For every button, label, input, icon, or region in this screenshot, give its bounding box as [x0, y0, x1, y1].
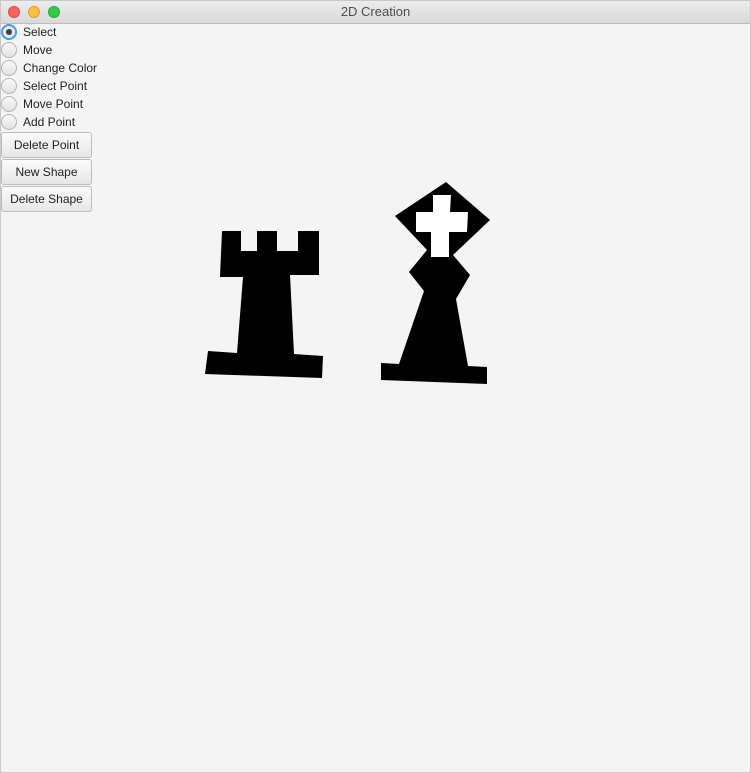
new-shape-button[interactable]: New Shape: [1, 159, 92, 185]
radio-move[interactable]: [1, 42, 17, 58]
radio-label-select: Select: [23, 25, 57, 39]
radio-label-select-point: Select Point: [23, 79, 88, 93]
mode-move-point[interactable]: Move Point: [1, 95, 97, 113]
delete-shape-button[interactable]: Delete Shape: [1, 186, 92, 212]
drawing-canvas[interactable]: [1, 23, 750, 772]
tool-panel: Select Move Change Color Select Point Mo…: [1, 23, 97, 212]
mode-select[interactable]: Select: [1, 23, 97, 41]
delete-point-button[interactable]: Delete Point: [1, 132, 92, 158]
radio-label-add-point: Add Point: [23, 115, 76, 129]
radio-label-change-color: Change Color: [23, 61, 98, 75]
app-window: 2D Creation Select Move Change Color Sel…: [0, 0, 751, 773]
radio-select-point[interactable]: [1, 78, 17, 94]
radio-move-point[interactable]: [1, 96, 17, 112]
mode-move[interactable]: Move: [1, 41, 97, 59]
mode-select-point[interactable]: Select Point: [1, 77, 97, 95]
radio-label-move: Move: [23, 43, 53, 57]
rook-shape[interactable]: [205, 231, 323, 378]
radio-select[interactable]: [1, 24, 17, 40]
window-title: 2D Creation: [340, 4, 411, 19]
mode-add-point[interactable]: Add Point: [1, 113, 97, 131]
radio-change-color[interactable]: [1, 60, 17, 76]
radio-add-point[interactable]: [1, 114, 17, 130]
radio-label-move-point: Move Point: [23, 97, 84, 111]
title-bar[interactable]: 2D Creation: [1, 1, 750, 24]
mode-change-color[interactable]: Change Color: [1, 59, 97, 77]
